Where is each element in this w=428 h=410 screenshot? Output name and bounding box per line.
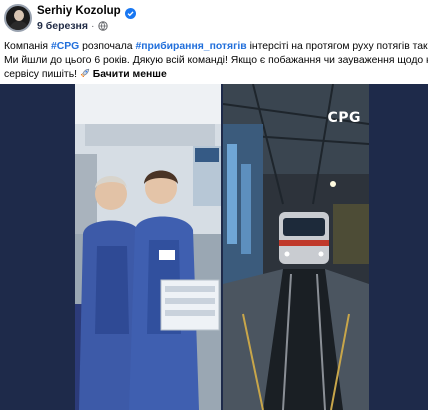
post-text: Компанія #CPG розпочала #прибирання_потя…	[4, 40, 428, 82]
post-text-line-2: Ми йшли до цього 6 років. Дякую всій ком…	[4, 55, 428, 66]
post-media[interactable]: CPG	[0, 84, 428, 410]
photo-cleaning-staff[interactable]	[75, 84, 221, 410]
rocket-emoji-icon	[80, 68, 90, 78]
text-fragment: сервісу пишіть!	[4, 69, 80, 80]
post-text-line-1: Компанія #CPG розпочала #прибирання_потя…	[4, 40, 428, 54]
see-less-link[interactable]: Бачити менше	[93, 69, 167, 80]
text-fragment: Компанія	[4, 41, 51, 52]
meta-separator: ·	[91, 20, 95, 32]
post-meta: 9 березня ·	[37, 20, 108, 32]
post-date[interactable]: 9 березня	[37, 20, 88, 32]
post-text-line-3: сервісу пишіть! Бачити менше	[4, 68, 428, 82]
text-fragment: інтерсіті на протягом руху потягів так і…	[249, 41, 428, 52]
photo-train-depot[interactable]: CPG	[223, 84, 369, 410]
hashtag-cleaning-link[interactable]: #прибирання_потягів	[135, 41, 246, 52]
text-fragment: розпочала	[79, 41, 136, 52]
post-header: Serhiy Kozolup 9 березня ·	[4, 4, 424, 34]
hashtag-cpg-link[interactable]: #CPG	[51, 41, 79, 52]
author-name[interactable]: Serhiy Kozolup	[37, 5, 121, 17]
globe-icon[interactable]	[97, 21, 108, 31]
cpg-logo: CPG	[327, 110, 361, 126]
author-avatar[interactable]	[4, 4, 32, 32]
author-block: Serhiy Kozolup	[37, 5, 136, 19]
verified-badge-icon	[124, 6, 136, 19]
